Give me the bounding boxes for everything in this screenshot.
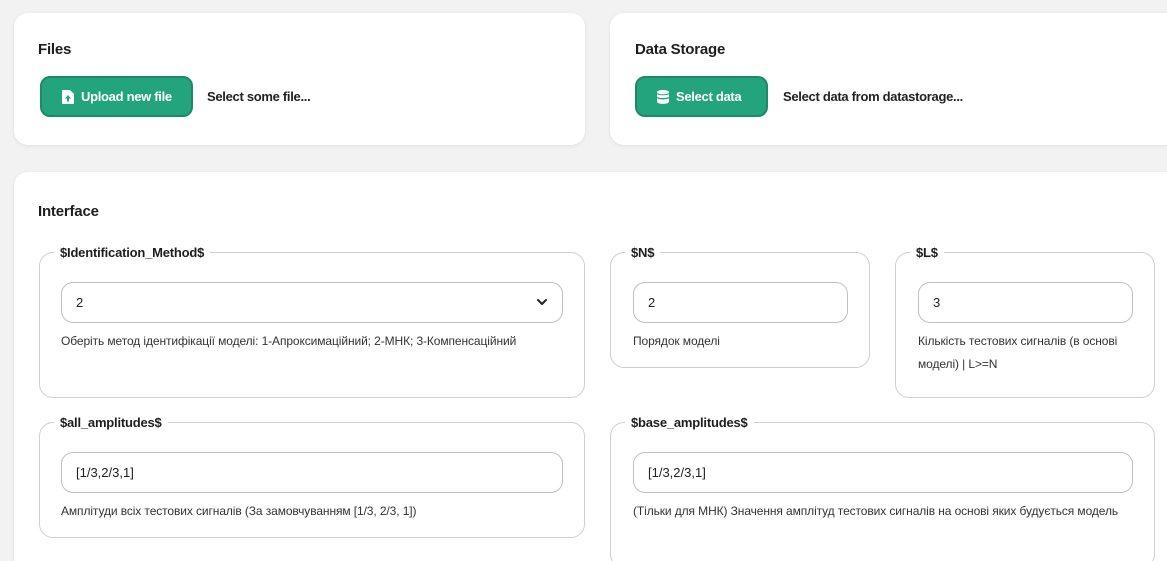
l-input[interactable]: 3: [918, 282, 1133, 323]
n-value: 2: [648, 295, 656, 310]
upload-file-label: Upload new file: [81, 89, 172, 104]
all-amplitudes-value: [1/3,2/3,1]: [76, 465, 134, 480]
upload-file-button[interactable]: Upload new file: [40, 76, 193, 117]
file-upload-icon: [62, 89, 74, 104]
data-storage-card: Data Storage Select data Select data fro…: [610, 13, 1167, 145]
files-title: Files: [38, 41, 72, 58]
l-value: 3: [933, 295, 941, 310]
base-amplitudes-group: $base_amplitudes$ [1/3,2/3,1] (Тільки дл…: [610, 415, 1155, 561]
l-group: $L$ 3 Кількість тестових сигналів (в осн…: [895, 245, 1155, 398]
identification-method-label: $Identification_Method$: [60, 245, 205, 260]
l-label: $L$: [916, 245, 938, 260]
storage-title: Data Storage: [635, 41, 726, 58]
n-label: $N$: [631, 245, 655, 260]
l-description: Кількість тестових сигналів (в основі мо…: [918, 334, 1118, 371]
interface-title: Interface: [38, 203, 99, 220]
base-amplitudes-label: $base_amplitudes$: [631, 415, 748, 430]
files-card: Files Upload new file Select some file..…: [14, 13, 585, 145]
n-group: $N$ 2 Порядок моделі: [610, 245, 870, 368]
all-amplitudes-input[interactable]: [1/3,2/3,1]: [61, 452, 563, 493]
all-amplitudes-description: Амплітуди всіх тестових сигналів (За зам…: [61, 504, 417, 518]
all-amplitudes-group: $all_amplitudes$ [1/3,2/3,1] Амплітуди в…: [39, 415, 585, 538]
n-description: Порядок моделі: [633, 334, 720, 348]
select-data-button[interactable]: Select data: [635, 76, 768, 117]
storage-hint: Select data from datastorage...: [783, 89, 963, 104]
identification-method-description: Оберіть метод ідентифікації моделі: 1-Ап…: [61, 334, 517, 348]
select-data-label: Select data: [676, 89, 742, 104]
base-amplitudes-input[interactable]: [1/3,2/3,1]: [633, 452, 1133, 493]
base-amplitudes-description: (Тільки для МНК) Значення амплітуд тесто…: [633, 504, 1119, 518]
all-amplitudes-label: $all_amplitudes$: [60, 415, 162, 430]
identification-method-group: $Identification_Method$ 2 Оберіть метод …: [39, 245, 585, 398]
interface-card: Interface $Identification_Method$ 2 Обер…: [14, 172, 1167, 561]
chevron-down-icon: [536, 296, 548, 311]
base-amplitudes-value: [1/3,2/3,1]: [648, 465, 706, 480]
n-input[interactable]: 2: [633, 282, 848, 323]
identification-method-value: 2: [76, 295, 84, 310]
files-hint: Select some file...: [207, 89, 311, 104]
identification-method-select[interactable]: 2: [61, 282, 563, 323]
database-icon: [657, 89, 669, 104]
